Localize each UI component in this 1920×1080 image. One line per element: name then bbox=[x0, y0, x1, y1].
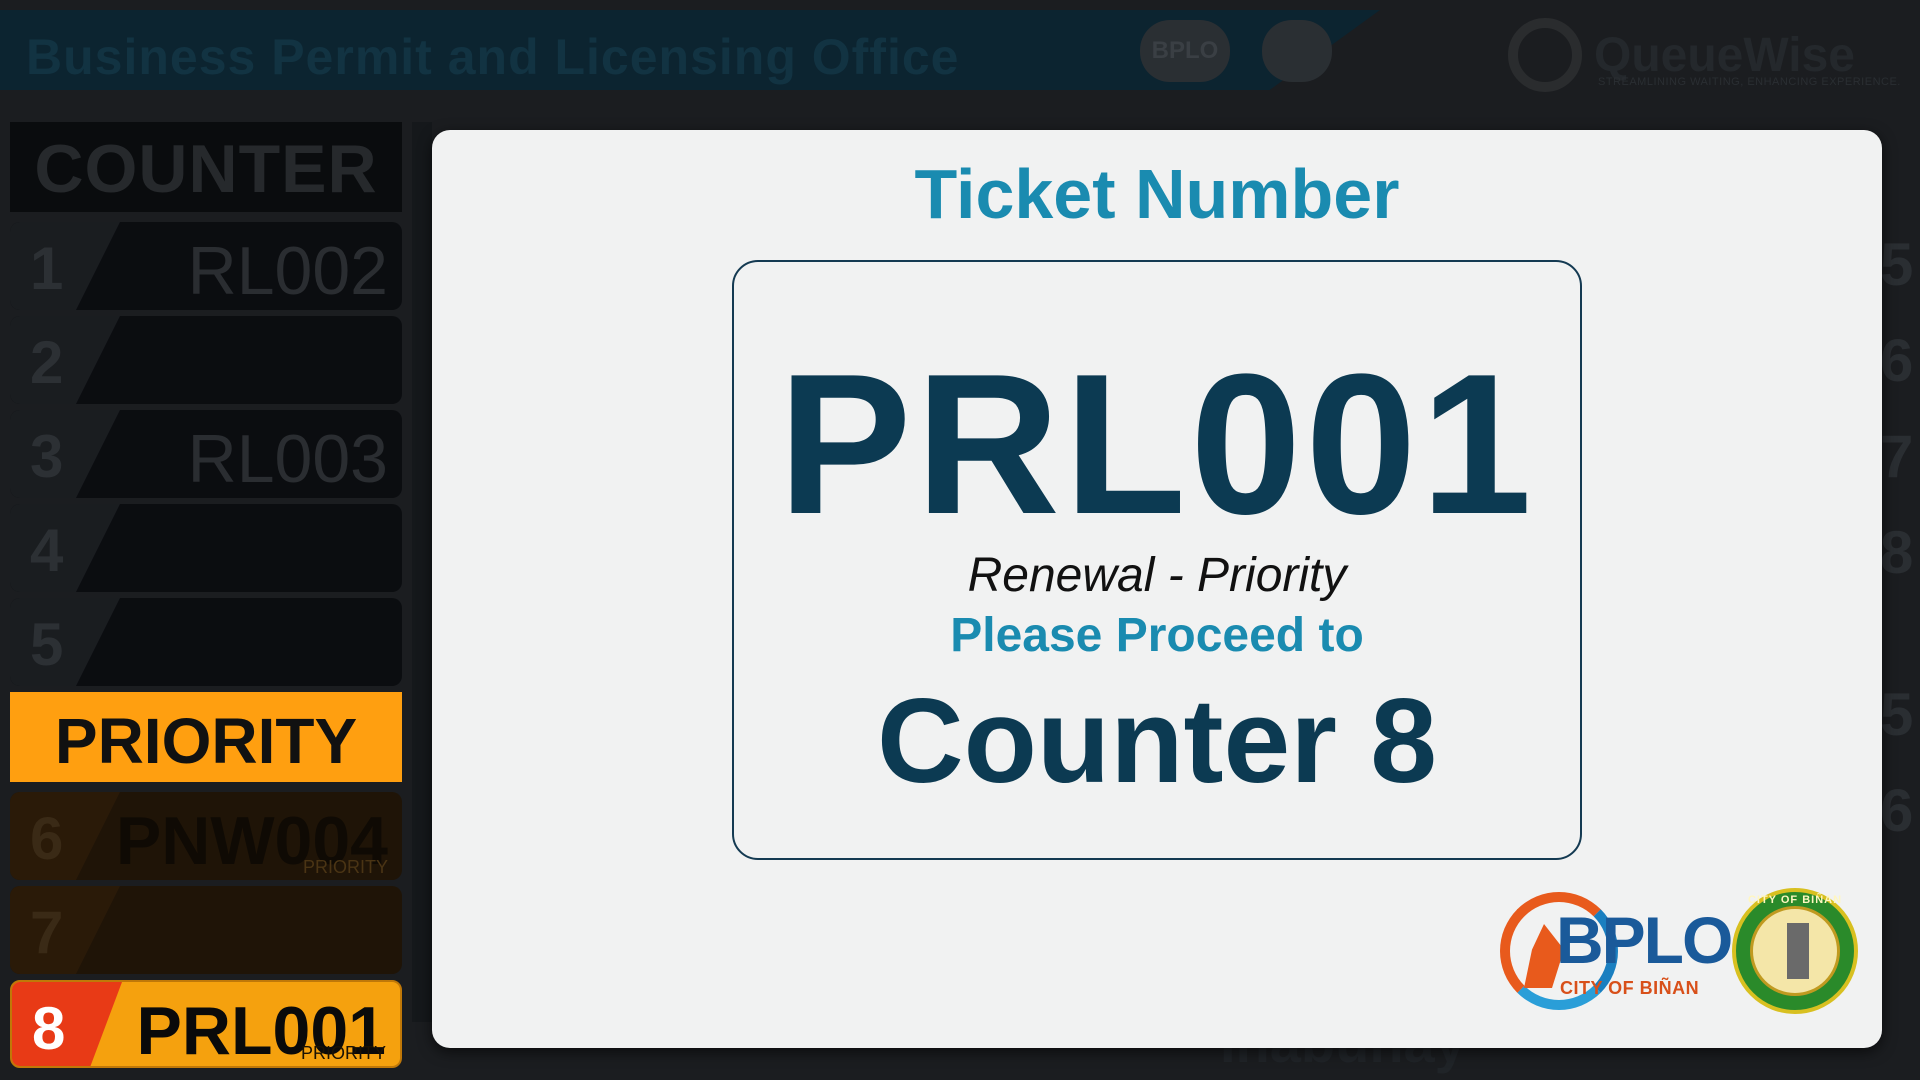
counter-row-1: 1 RL002 bbox=[10, 222, 402, 310]
divider bbox=[412, 122, 432, 1022]
bplo-logo: BPLO CITY OF BIÑAN bbox=[1500, 892, 1733, 1022]
header-city-seal-icon bbox=[1262, 20, 1332, 82]
counter-row-2: 2 bbox=[10, 316, 402, 404]
counter-heading: COUNTER bbox=[34, 131, 378, 207]
seal-center bbox=[1750, 906, 1840, 996]
header-bplo-logo: BPLO bbox=[1140, 20, 1230, 82]
right-counter-number: 6 bbox=[1880, 777, 1914, 844]
priority-section-label: PRIORITY bbox=[10, 692, 402, 782]
bplo-logo-text: BPLO bbox=[1556, 903, 1733, 977]
counter-row-8-active: 8 PRL001 PRIORITY bbox=[10, 980, 402, 1068]
header-title: Business Permit and Licensing Office bbox=[26, 29, 960, 85]
assigned-counter: Counter 8 bbox=[876, 674, 1438, 808]
counter-heading-panel: COUNTER bbox=[10, 122, 402, 212]
counter-number: 1 bbox=[30, 235, 64, 302]
counter-number: 6 bbox=[30, 805, 64, 872]
queuewise-tagline: STREAMLINING WAITING, ENHANCING EXPERIEN… bbox=[1598, 76, 1901, 88]
modal-title: Ticket Number bbox=[914, 155, 1400, 233]
right-counter-number: 6 bbox=[1880, 327, 1914, 394]
ticket-call-modal: Ticket Number PRL001 Renewal - Priority … bbox=[432, 130, 1882, 1048]
proceed-instruction: Please Proceed to bbox=[950, 609, 1364, 662]
called-ticket-number: PRL001 bbox=[778, 333, 1536, 556]
priority-heading: PRIORITY bbox=[54, 705, 358, 777]
counter-number: 5 bbox=[30, 611, 64, 678]
queuewise-clock-icon bbox=[1508, 18, 1582, 92]
queuewise-logo: QueueWise STREAMLINING WAITING, ENHANCIN… bbox=[1500, 12, 1900, 102]
counter-number: 7 bbox=[30, 899, 64, 966]
counter-row-3: 3 RL003 bbox=[10, 410, 402, 498]
right-counter-number: 5 bbox=[1880, 681, 1914, 748]
counter-ticket: RL002 bbox=[187, 233, 388, 309]
city-seal-icon: CITY OF BIÑAN bbox=[1732, 888, 1858, 1014]
seal-tower-icon bbox=[1787, 923, 1809, 979]
bplo-city-text: CITY OF BIÑAN bbox=[1560, 978, 1700, 998]
right-counter-column: 5 6 7 8 5 6 bbox=[1880, 120, 1920, 1080]
seal-text: CITY OF BIÑAN bbox=[1747, 894, 1843, 906]
counter-number: 3 bbox=[30, 423, 64, 490]
counter-number: 2 bbox=[30, 329, 64, 396]
right-counter-number: 8 bbox=[1880, 519, 1914, 586]
counter-row-6: 6 PNW004 PRIORITY bbox=[10, 792, 402, 880]
counter-row-7: 7 bbox=[10, 886, 402, 974]
ticket-card: PRL001 Renewal - Priority Please Proceed… bbox=[732, 260, 1582, 860]
counter-row-5: 5 bbox=[10, 598, 402, 686]
counter-ticket-type: PRIORITY bbox=[300, 1043, 386, 1063]
queuewise-name: QueueWise bbox=[1594, 29, 1855, 82]
service-type: Renewal - Priority bbox=[967, 549, 1347, 602]
counter-number: 8 bbox=[32, 995, 66, 1062]
counter-row-4: 4 bbox=[10, 504, 402, 592]
counter-ticket: RL003 bbox=[187, 421, 388, 497]
counter-ticket-type: PRIORITY bbox=[302, 857, 388, 877]
right-counter-number: 5 bbox=[1880, 231, 1914, 298]
counter-number: 4 bbox=[30, 517, 64, 584]
right-counter-number: 7 bbox=[1880, 423, 1914, 490]
